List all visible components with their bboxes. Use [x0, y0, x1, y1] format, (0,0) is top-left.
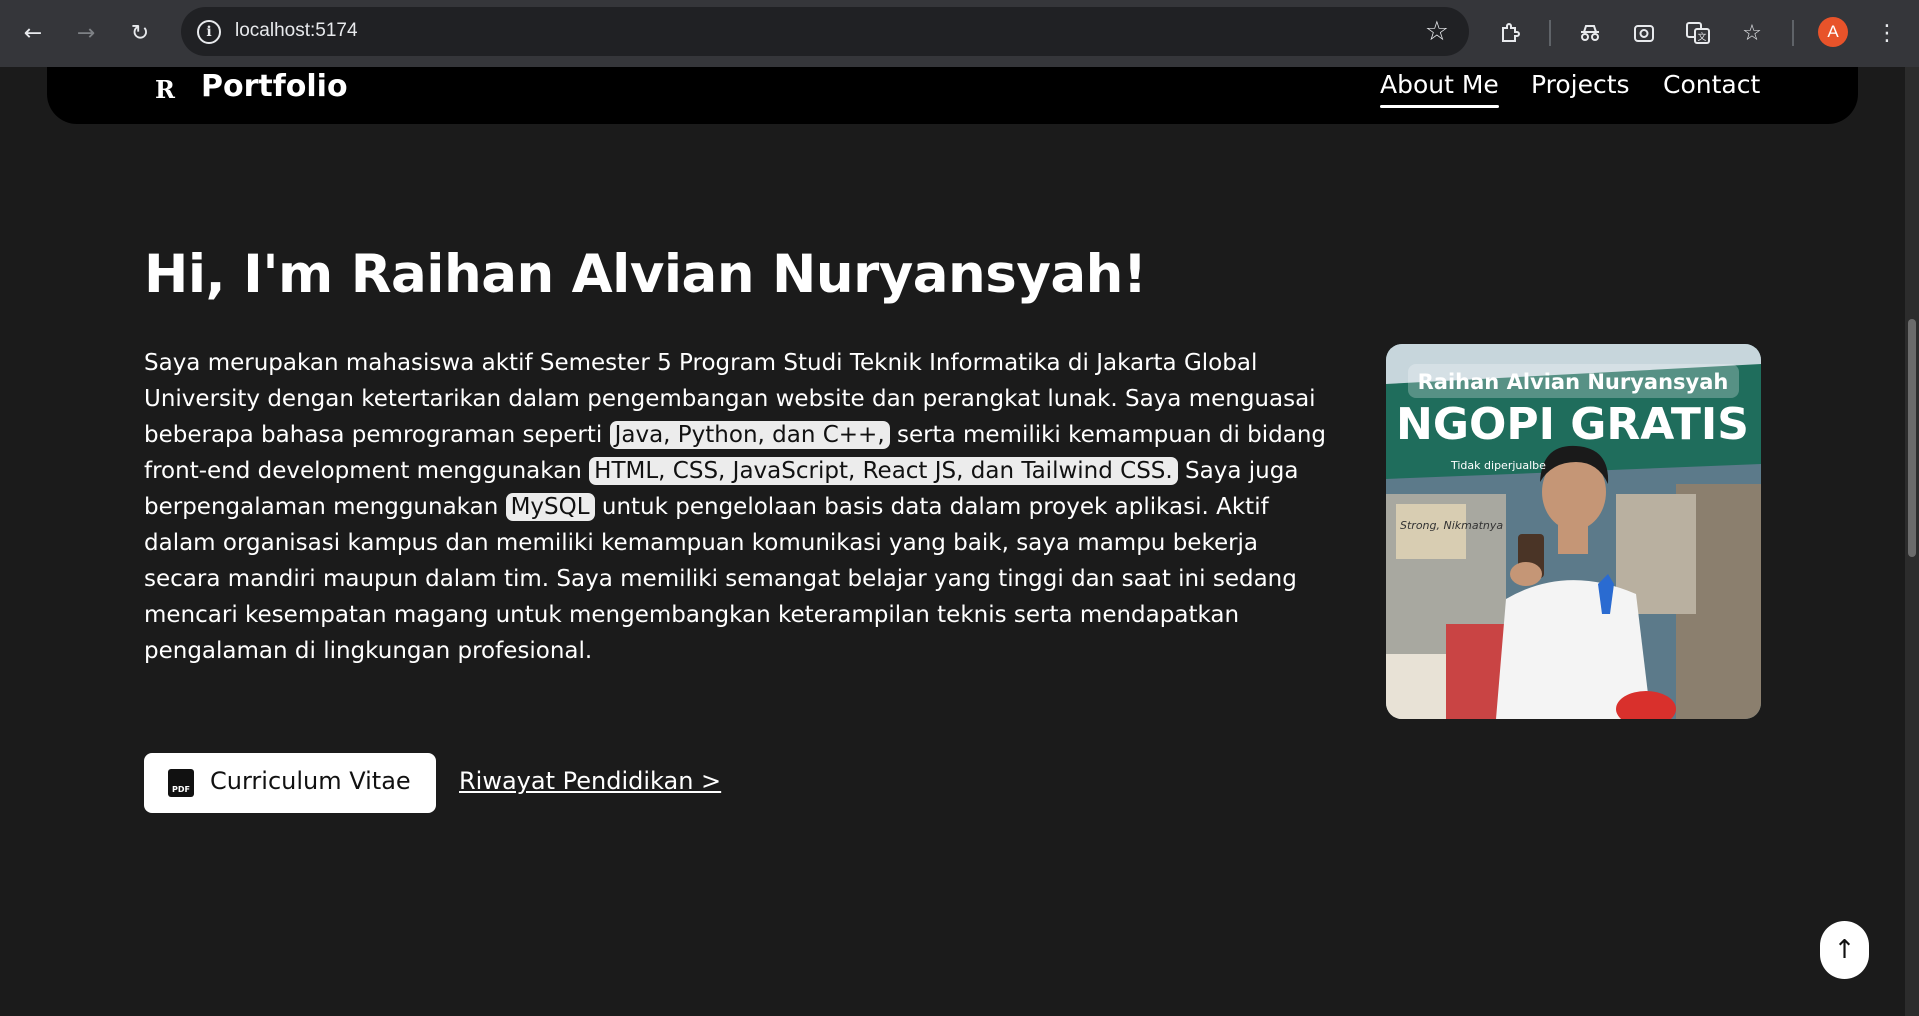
menu-icon[interactable]: ⋮: [1868, 14, 1906, 52]
nav-projects[interactable]: Projects: [1531, 70, 1630, 99]
photo-caption: Raihan Alvian Nuryansyah: [1418, 370, 1729, 394]
site-info-icon[interactable]: i: [197, 20, 221, 44]
nav-about-me[interactable]: About Me: [1380, 70, 1499, 108]
logo-text[interactable]: Portfolio: [201, 69, 348, 104]
incognito-icon[interactable]: [1571, 14, 1609, 52]
page-viewport: R Portfolio About Me Projects Contact Hi…: [0, 67, 1905, 1016]
screenshot-icon[interactable]: [1625, 14, 1663, 52]
back-icon[interactable]: ←: [14, 14, 52, 52]
reading-list-icon[interactable]: ☆: [1733, 14, 1771, 52]
bookmark-star-icon[interactable]: ☆: [1425, 16, 1449, 47]
svg-text:文: 文: [1697, 31, 1706, 43]
skill-highlight-frontend: HTML, CSS, JavaScript, React JS, dan Tai…: [589, 457, 1178, 485]
poster-text: Strong, Nikmatnya: [1400, 519, 1503, 532]
banner-subtext: Tidak diperjualbe: [1450, 459, 1546, 472]
profile-avatar[interactable]: A: [1818, 17, 1848, 47]
profile-photo: NGOPI GRATIS Tidak diperjualbe Strong, N…: [1386, 344, 1761, 719]
toolbar-separator: [1549, 20, 1551, 46]
logo-icon[interactable]: R: [155, 75, 175, 104]
forward-icon[interactable]: →: [67, 14, 105, 52]
toolbar-separator: [1792, 20, 1794, 46]
reload-icon[interactable]: ↻: [121, 14, 159, 52]
page-title: Hi, I'm Raihan Alvian Nuryansyah!: [144, 244, 1147, 305]
back-to-top-button[interactable]: ↑: [1820, 921, 1869, 979]
bio-paragraph: Saya merupakan mahasiswa aktif Semester …: [144, 345, 1334, 669]
browser-toolbar: ← → ↻ i localhost:5174 ☆ 文 ☆ A ⋮: [0, 0, 1919, 67]
skill-highlight-database: MySQL: [505, 493, 595, 521]
banner-text: NGOPI GRATIS: [1396, 399, 1749, 450]
pdf-icon: PDF: [168, 769, 194, 797]
scrollbar-thumb[interactable]: [1908, 319, 1916, 557]
extensions-icon[interactable]: [1492, 14, 1530, 52]
translate-icon[interactable]: 文: [1679, 14, 1717, 52]
page-scrollbar[interactable]: [1905, 67, 1919, 1016]
skill-highlight-languages: Java, Python, dan C++,: [609, 421, 890, 449]
address-bar[interactable]: i localhost:5174 ☆: [181, 7, 1469, 56]
education-history-link[interactable]: Riwayat Pendidikan >: [459, 767, 721, 795]
nav-contact[interactable]: Contact: [1663, 70, 1760, 99]
curriculum-vitae-button[interactable]: PDF Curriculum Vitae: [144, 753, 436, 813]
site-navbar: R Portfolio About Me Projects Contact: [47, 67, 1858, 124]
url-text[interactable]: localhost:5174: [235, 20, 358, 42]
cv-button-label: Curriculum Vitae: [210, 767, 411, 795]
